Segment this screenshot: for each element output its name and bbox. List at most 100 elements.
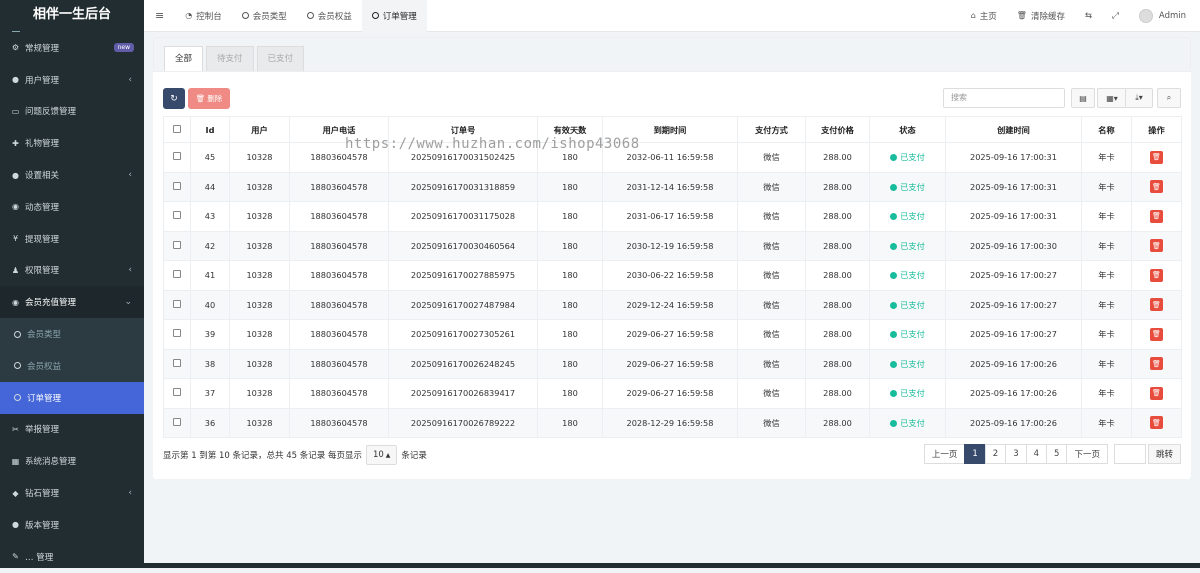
row-checkbox[interactable] xyxy=(163,319,191,350)
jump-page-input[interactable] xyxy=(1113,444,1146,464)
user-icon: ● xyxy=(12,75,19,85)
prev-page-button[interactable]: 上一页 xyxy=(923,444,966,464)
jump-button[interactable]: 跳转 xyxy=(1147,444,1181,464)
column-header[interactable]: 名称 xyxy=(1081,116,1132,143)
tab-dashboard[interactable]: ◔ 控制台 xyxy=(175,0,232,32)
row-checkbox[interactable] xyxy=(163,378,191,409)
table-row[interactable]: 41 10328 18803604578 20250916170027885975 18… xyxy=(163,260,1182,291)
cell-price: 288.00 xyxy=(805,289,870,320)
sidebar-item[interactable]: ✂ 举报管理 xyxy=(0,414,144,446)
delete-button[interactable]: 🗑 删除 xyxy=(188,88,230,109)
cell-order: 20250916170027487984 xyxy=(388,289,538,320)
cell-created: 2025-09-16 17:00:31 xyxy=(945,201,1082,232)
sidebar-item[interactable]: 订单管理 xyxy=(0,381,144,414)
sidebar-item[interactable]: ⚙ 常规管理 new xyxy=(0,32,144,64)
cell-days: 180 xyxy=(537,289,603,320)
sidebar-item[interactable]: ✚ 礼物管理 xyxy=(0,127,144,159)
table-row[interactable]: 44 10328 18803604578 20250916170031318859 18… xyxy=(163,171,1182,202)
select-all-checkbox[interactable] xyxy=(163,116,191,143)
delete-row-button[interactable]: 🗑 xyxy=(1150,357,1163,371)
cell-status: 已支付 xyxy=(869,171,946,202)
page-button[interactable]: 4 xyxy=(1025,444,1048,464)
page-button[interactable]: 3 xyxy=(1005,444,1027,464)
sidebar-item[interactable]: 会员类型 xyxy=(0,318,144,350)
home-link[interactable]: ⌂ 主页 xyxy=(961,0,1007,32)
sidebar-item[interactable]: ♟ 权限管理 ‹ xyxy=(0,255,144,287)
row-checkbox[interactable] xyxy=(163,407,191,438)
cell-phone: 18803604578 xyxy=(289,348,389,379)
cell-days: 180 xyxy=(537,142,603,173)
column-header[interactable]: 订单号 xyxy=(388,116,538,143)
columns-button[interactable]: ▦▾ xyxy=(1097,88,1127,108)
column-header[interactable]: Id xyxy=(190,116,230,143)
user-menu[interactable]: Admin xyxy=(1129,0,1200,32)
clear-cache-button[interactable]: 🗑 清除缓存 xyxy=(1007,0,1075,32)
tab-order-management[interactable]: 订单管理 xyxy=(361,0,427,32)
page-size-select[interactable]: 10 ▲ xyxy=(365,445,398,465)
table-row[interactable]: 38 10328 18803604578 20250916170026248245 18… xyxy=(163,348,1182,379)
row-checkbox[interactable] xyxy=(163,142,191,173)
tab-paid[interactable]: 已支付 xyxy=(256,46,305,71)
sidebar-item[interactable]: 会员权益 xyxy=(0,350,144,382)
cell-pay: 微信 xyxy=(737,319,806,350)
menu-toggle-icon[interactable]: ≡ xyxy=(144,0,175,32)
tab-all[interactable]: 全部 xyxy=(164,46,204,71)
page-button[interactable]: 1 xyxy=(964,444,986,464)
delete-row-button[interactable]: 🗑 xyxy=(1150,386,1163,400)
page-button[interactable]: 5 xyxy=(1046,444,1068,464)
page-button[interactable]: 2 xyxy=(984,444,1007,464)
table-row[interactable]: 40 10328 18803604578 20250916170027487984 18… xyxy=(163,289,1182,320)
tab-member-rights[interactable]: 会员权益 xyxy=(297,0,362,32)
sidebar-item[interactable]: ◉ 动态管理 xyxy=(0,191,144,223)
row-checkbox[interactable] xyxy=(163,289,191,320)
row-checkbox[interactable] xyxy=(163,171,191,202)
column-header[interactable]: 支付方式 xyxy=(737,116,806,143)
table-row[interactable]: 43 10328 18803604578 20250916170031175028 18… xyxy=(163,201,1182,232)
table-row[interactable]: 45 10328 18803604578 20250916170031502425 18… xyxy=(163,142,1182,173)
column-header[interactable]: 有效天数 xyxy=(537,116,603,143)
table-row[interactable]: 36 10328 18803604578 20250916170026789222 18… xyxy=(163,407,1182,438)
sidebar-item[interactable]: ▭ 问题反馈管理 xyxy=(0,96,144,128)
sidebar-item[interactable]: ● 用户管理 ‹ xyxy=(0,64,144,96)
row-checkbox[interactable] xyxy=(163,230,191,261)
delete-row-button[interactable]: 🗑 xyxy=(1150,268,1163,282)
sidebar-item[interactable]: ▦ 系统消息管理 xyxy=(0,445,144,477)
table-row[interactable]: 39 10328 18803604578 20250916170027305261 18… xyxy=(163,319,1182,350)
fullscreen-icon[interactable]: ⤢ xyxy=(1102,0,1129,32)
cell-name: 年卡 xyxy=(1081,201,1132,232)
translate-icon[interactable]: ⇆ xyxy=(1075,0,1102,32)
delete-row-button[interactable]: 🗑 xyxy=(1150,327,1163,341)
row-checkbox[interactable] xyxy=(163,201,191,232)
delete-row-button[interactable]: 🗑 xyxy=(1150,150,1163,164)
column-header[interactable]: 状态 xyxy=(869,116,946,143)
sidebar-item[interactable]: ● 版本管理 xyxy=(0,509,144,541)
delete-row-button[interactable]: 🗑 xyxy=(1150,239,1163,253)
tab-pending[interactable]: 待支付 xyxy=(206,46,254,71)
sidebar-item[interactable]: ◉ 会员充值管理 ⌄ xyxy=(0,286,144,319)
column-header[interactable]: 用户 xyxy=(229,116,290,143)
row-checkbox[interactable] xyxy=(163,260,191,291)
app-logo[interactable]: 相伴一生后台 xyxy=(0,0,144,32)
delete-row-button[interactable]: 🗑 xyxy=(1150,180,1163,194)
tab-member-type[interactable]: 会员类型 xyxy=(232,0,297,32)
table-row[interactable]: 37 10328 18803604578 20250916170026839417 18… xyxy=(163,378,1182,409)
column-header[interactable]: 创建时间 xyxy=(945,116,1082,143)
column-header[interactable]: 到期时间 xyxy=(602,116,738,143)
export-button[interactable]: ⤓▾ xyxy=(1125,88,1153,108)
sidebar-item[interactable]: ◆ 钻石管理 ‹ xyxy=(0,477,144,509)
delete-row-button[interactable]: 🗑 xyxy=(1150,209,1163,223)
refresh-button[interactable]: ↻ xyxy=(163,88,185,109)
sidebar-item[interactable]: ● 设置相关 ‹ xyxy=(0,159,144,191)
search-button[interactable]: ⌕ xyxy=(1157,88,1181,108)
next-page-button[interactable]: 下一页 xyxy=(1066,444,1108,464)
sidebar-item[interactable]: ¥ 提现管理 xyxy=(0,223,144,255)
delete-row-button[interactable]: 🗑 xyxy=(1150,298,1163,312)
status-dot-icon xyxy=(890,183,898,191)
column-header[interactable]: 支付价格 xyxy=(805,116,870,143)
search-input[interactable]: 搜索 xyxy=(943,88,1065,108)
row-checkbox[interactable] xyxy=(163,348,191,379)
delete-row-button[interactable]: 🗑 xyxy=(1150,416,1163,430)
table-row[interactable]: 42 10328 18803604578 20250916170030460564 18… xyxy=(163,230,1182,261)
column-header[interactable]: 用户电话 xyxy=(289,116,389,143)
toggle-view-button[interactable]: ▤ xyxy=(1071,88,1095,108)
